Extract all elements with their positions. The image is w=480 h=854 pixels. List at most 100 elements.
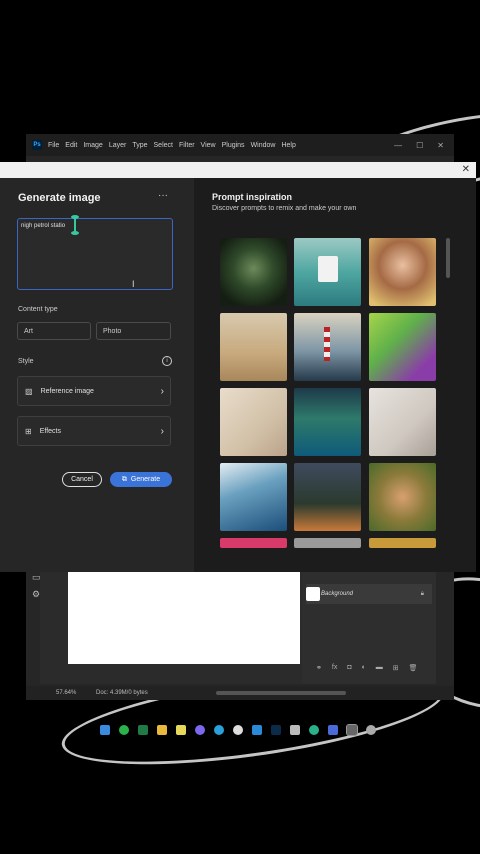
close-icon[interactable]: ✕ [462, 164, 470, 175]
inspiration-thumb-product[interactable] [369, 388, 436, 456]
generate-panel: Generate image ··· nigh petrol statio I … [0, 178, 194, 572]
menu-image[interactable]: Image [83, 142, 102, 149]
doc-info: Doc: 4.39M/0 bytes [96, 690, 148, 696]
group-icon[interactable]: ▬ [376, 664, 383, 672]
effects-button[interactable]: ⊞ Effects › [17, 416, 171, 446]
browser-icon[interactable] [214, 725, 224, 735]
menu-plugins[interactable]: Plugins [222, 142, 245, 149]
link-icon[interactable]: ⚭ [316, 664, 322, 672]
mask-icon[interactable]: ◘ [347, 664, 351, 672]
chevron-right-icon: › [160, 385, 164, 397]
menu-file[interactable]: File [48, 142, 59, 149]
notes-icon[interactable] [176, 725, 186, 735]
generate-icon: ⧉ [121, 475, 127, 483]
layer-row-background[interactable]: ◉ Background 🔒︎ [306, 584, 432, 604]
chevron-right-icon: › [160, 425, 164, 437]
menu-select[interactable]: Select [154, 142, 173, 149]
content-type-photo-label: Photo [103, 327, 122, 335]
inspiration-thumb-portrait[interactable] [369, 238, 436, 306]
whatsapp-icon[interactable] [119, 725, 129, 735]
more-options-icon[interactable]: ··· [158, 190, 168, 201]
inspiration-thumb-lighthouse[interactable] [294, 313, 361, 381]
layer-actions: ⚭ fx ◘ ◐ ▬ ⊞ 🗑︎ [316, 664, 418, 672]
vscode-icon[interactable] [252, 725, 262, 735]
content-type-art-label: Art [24, 327, 33, 335]
inspiration-thumb-castle[interactable] [220, 313, 287, 381]
minimize-icon[interactable]: — [394, 141, 402, 150]
start-icon[interactable] [100, 725, 110, 735]
inspiration-thumb-island[interactable] [294, 388, 361, 456]
excel-icon[interactable] [138, 725, 148, 735]
inspiration-thumb-cup[interactable] [294, 238, 361, 306]
inspiration-thumb-statue[interactable] [220, 238, 287, 306]
new-layer-icon[interactable]: ⊞ [393, 664, 399, 672]
inspiration-thumb-partial-3[interactable] [369, 538, 436, 548]
reference-image-button[interactable]: ▨ Reference image › [17, 376, 171, 406]
menu-edit[interactable]: Edit [65, 142, 77, 149]
monitor-icon[interactable] [290, 725, 300, 735]
photoshop-menubar: Ps File Edit Image Layer Type Select Fil… [26, 134, 454, 156]
menu-help[interactable]: Help [281, 142, 295, 149]
dialog-titlebar: ✕ [0, 162, 476, 178]
close-window-icon[interactable]: ✕ [437, 141, 444, 150]
photoshop-taskbar-icon[interactable] [271, 725, 281, 735]
text-caret [71, 215, 79, 235]
folder-icon[interactable] [157, 725, 167, 735]
layer-name: Background [320, 591, 354, 597]
prompt-inspiration-panel: Prompt inspiration Discover prompts to r… [194, 178, 476, 572]
cancel-button[interactable]: Cancel [62, 472, 102, 487]
reference-image-label: Reference image [40, 387, 94, 395]
inspiration-thumb-forest[interactable] [294, 463, 361, 531]
inspiration-thumb-partial-1[interactable] [220, 538, 287, 548]
toolbar: ▭ ⚙ [32, 572, 50, 612]
zoom-level: 57.64% [56, 690, 77, 696]
effects-icon: ⊞ [25, 426, 32, 436]
content-type-label: Content type [18, 306, 58, 313]
lock-icon[interactable]: 🔒︎ [421, 591, 424, 598]
horizontal-scrollbar[interactable] [216, 691, 346, 695]
trash-icon[interactable]: 🗑︎ [409, 664, 418, 672]
menu-filter[interactable]: Filter [179, 142, 195, 149]
panel-title: Generate image [18, 192, 101, 204]
prompt-input[interactable]: nigh petrol statio I [17, 215, 173, 290]
document-canvas[interactable] [68, 572, 300, 664]
generate-image-dialog: ✕ Generate image ··· nigh petrol statio … [0, 162, 476, 572]
effects-label: Effects [39, 427, 61, 435]
adjust-tool-icon[interactable]: ⚙ [32, 589, 50, 600]
menu-view[interactable]: View [201, 142, 216, 149]
inspiration-thumb-partial-2[interactable] [294, 538, 361, 548]
image-icon: ▨ [25, 386, 33, 396]
media-icon[interactable] [328, 725, 338, 735]
layers-panel: ◉ Background 🔒︎ ⚭ fx ◘ ◐ ▬ ⊞ 🗑︎ [302, 566, 436, 684]
menu-type[interactable]: Type [132, 142, 147, 149]
menu-window[interactable]: Window [251, 142, 276, 149]
style-label: Style [18, 358, 34, 365]
maximize-icon[interactable]: ☐ [416, 141, 423, 150]
inspiration-thumb-unicorn[interactable] [369, 313, 436, 381]
inspiration-thumb-wave[interactable] [220, 463, 287, 531]
inspiration-thumb-cat[interactable] [369, 463, 436, 531]
text-cursor-icon: I [132, 279, 135, 289]
xbox-icon[interactable] [233, 725, 243, 735]
info-icon[interactable]: i [162, 356, 172, 366]
content-type-art[interactable]: Art [17, 322, 91, 340]
status-bar: 57.64% Doc: 4.39M/0 bytes [26, 686, 454, 700]
fx-icon[interactable]: fx [332, 664, 337, 672]
menu-layer[interactable]: Layer [109, 142, 127, 149]
generate-button[interactable]: ⧉ Generate [110, 472, 172, 487]
active-app-icon[interactable] [346, 724, 358, 736]
generate-label: Generate [130, 476, 161, 483]
prompt-text: nigh petrol statio [21, 223, 66, 229]
taskbar [100, 720, 380, 740]
edge-icon[interactable] [309, 725, 319, 735]
photoshop-logo: Ps [32, 140, 42, 150]
layer-thumbnail [306, 587, 320, 601]
inspiration-thumb-paper[interactable] [220, 388, 287, 456]
settings-icon[interactable] [366, 725, 376, 735]
adjustment-icon[interactable]: ◐ [362, 664, 366, 672]
app-icon[interactable] [195, 725, 205, 735]
inspiration-scrollbar[interactable] [446, 238, 450, 278]
frame-tool-icon[interactable]: ▭ [32, 572, 50, 583]
content-type-photo[interactable]: Photo [96, 322, 171, 340]
inspiration-subtitle: Discover prompts to remix and make your … [212, 205, 357, 212]
